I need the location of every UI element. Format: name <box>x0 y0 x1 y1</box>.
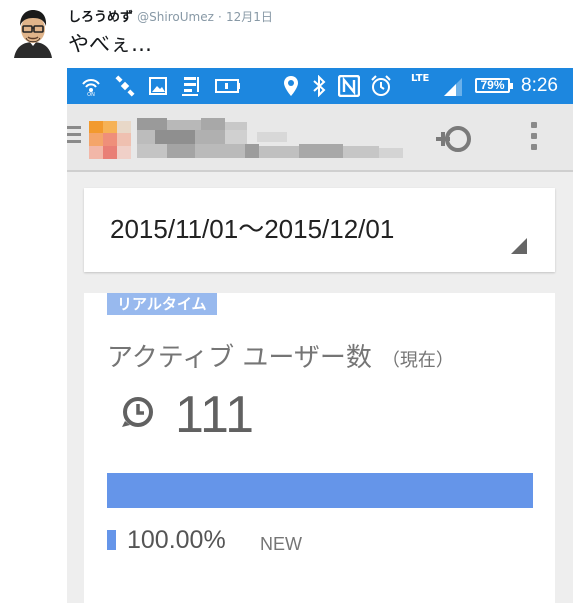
new-visitor-bar-fill <box>107 473 533 508</box>
active-users-subtitle: （現在） <box>381 350 454 371</box>
avatar[interactable] <box>10 8 56 58</box>
battery-indicator: 79% <box>475 78 513 93</box>
image-icon <box>147 68 169 104</box>
add-segment-icon[interactable] <box>434 121 474 157</box>
svg-text:ON: ON <box>87 92 95 96</box>
date-range-value: 2015/11/01〜2015/12/01 <box>110 214 395 244</box>
display-name[interactable]: しろうめず <box>68 10 133 25</box>
clock-icon <box>121 395 155 429</box>
location-icon <box>281 68 301 104</box>
nfc-icon <box>337 68 361 104</box>
legend-percent: 100.00% <box>127 526 226 554</box>
active-users-title: アクティブ ユーザー数 <box>107 343 372 373</box>
dropdown-arrow-icon[interactable] <box>511 238 527 254</box>
status-bar: ON LTE 79% 8:26 <box>67 68 573 104</box>
app-logo-icon <box>89 121 131 159</box>
network-type: LTE <box>411 73 430 84</box>
status-clock: 8:26 <box>521 75 558 96</box>
signal-icon <box>441 68 465 104</box>
app-bar <box>67 104 573 172</box>
separator-dot: · <box>218 10 222 24</box>
notes-icon <box>179 68 203 104</box>
date-range-selector[interactable]: 2015/11/01〜2015/12/01 <box>84 188 555 272</box>
realtime-card[interactable]: リアルタイム アクティブ ユーザー数 （現在） 111 100.00% NEW <box>84 293 555 603</box>
satellite-icon <box>113 68 137 104</box>
legend-label-new: NEW <box>260 534 302 554</box>
active-users-label: アクティブ ユーザー数 （現在） <box>107 341 454 378</box>
tweet-text: やべぇ… <box>68 32 152 56</box>
active-user-count: 111 <box>175 386 255 444</box>
pixelated-account-name <box>137 118 407 160</box>
user-handle[interactable]: @ShiroUmez <box>137 10 214 24</box>
battery-saver-icon <box>214 68 242 104</box>
realtime-badge: リアルタイム <box>107 293 217 315</box>
alarm-icon <box>369 68 393 104</box>
menu-icon[interactable] <box>67 126 81 148</box>
wifi-calling-icon: ON <box>79 68 103 104</box>
overflow-menu-icon[interactable] <box>529 122 539 156</box>
bluetooth-icon <box>308 68 330 104</box>
tweet-header: しろうめず @ShiroUmez · 12月1日 <box>68 9 273 26</box>
legend-swatch-new <box>107 530 116 550</box>
tweet-date[interactable]: 12月1日 <box>226 10 273 24</box>
visitor-ratio-bar <box>107 473 533 508</box>
attached-screenshot[interactable]: ON LTE 79% 8:26 2015/11/01〜2015/12/01 リア… <box>67 68 573 603</box>
